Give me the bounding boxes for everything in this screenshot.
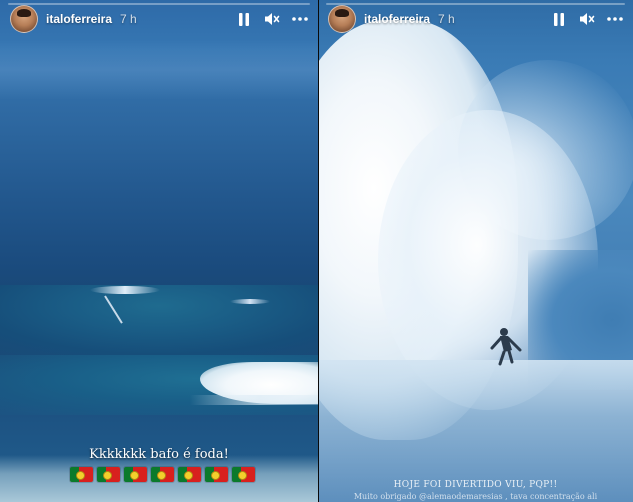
more-horizontal-icon[interactable] — [292, 11, 308, 27]
avatar[interactable] — [10, 5, 38, 33]
muted-speaker-icon[interactable] — [264, 11, 280, 27]
post-time: 7 h — [120, 12, 137, 26]
story-media-ocean-swell — [0, 0, 318, 502]
portugal-flag-icon — [124, 467, 147, 482]
story-caption: Kkkkkkk bafo é foda! — [89, 447, 229, 462]
flag-emoji-row — [70, 467, 255, 482]
portugal-flag-icon — [232, 467, 255, 482]
story-header: italoferreira 7 h — [328, 4, 623, 34]
story-caption: HOJE FOI DIVERTIDO VIU, PQP!! — [393, 480, 558, 490]
stories-viewer: italoferreira 7 h Kkkkkkk bafo é foda! i… — [0, 0, 633, 502]
story-controls — [551, 11, 623, 27]
swell-wave — [0, 285, 318, 355]
story-media-wipeout — [318, 0, 633, 502]
story-controls — [236, 11, 308, 27]
muted-speaker-icon[interactable] — [579, 11, 595, 27]
wave-crest — [90, 286, 160, 294]
portugal-flag-icon — [97, 467, 120, 482]
story-left[interactable]: italoferreira 7 h Kkkkkkk bafo é foda! — [0, 0, 318, 502]
portugal-flag-icon — [70, 467, 93, 482]
foam-trail — [190, 395, 318, 405]
pause-icon[interactable] — [236, 11, 252, 27]
portugal-flag-icon — [178, 467, 201, 482]
username[interactable]: italoferreira — [364, 12, 430, 26]
story-right[interactable]: italoferreira 7 h — [318, 0, 633, 502]
portugal-flag-icon — [151, 467, 174, 482]
wave-crest — [230, 299, 270, 304]
story-header: italoferreira 7 h — [10, 4, 308, 34]
post-time: 7 h — [438, 12, 455, 26]
surfer-silhouette — [490, 328, 522, 366]
story-caption-secondary: Muito obrigado @alemaodemaresias , tava … — [353, 492, 598, 501]
pause-icon[interactable] — [551, 11, 567, 27]
portugal-flag-icon — [205, 467, 228, 482]
story-divider — [318, 0, 319, 502]
avatar[interactable] — [328, 5, 356, 33]
username[interactable]: italoferreira — [46, 12, 112, 26]
more-horizontal-icon[interactable] — [607, 11, 623, 27]
horizon-haze — [0, 40, 318, 100]
